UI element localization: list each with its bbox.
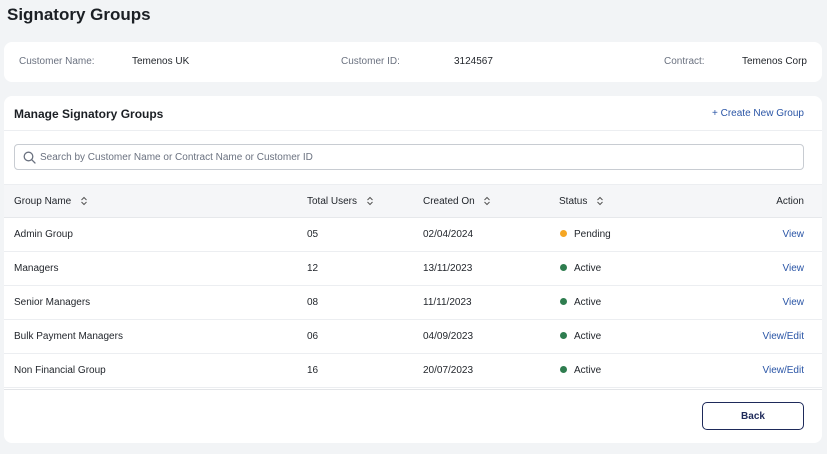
view-link[interactable]: View <box>783 286 805 319</box>
search-input[interactable] <box>40 145 795 169</box>
cell-created-on: 13/11/2023 <box>423 263 473 274</box>
header-group-name-label: Group Name <box>14 196 72 207</box>
sort-icon[interactable] <box>596 196 604 206</box>
cell-total-users: 12 <box>307 263 319 274</box>
status-dot-icon <box>560 331 567 339</box>
table-row: Bulk Payment Managers 06 04/09/2023 Acti… <box>4 320 822 354</box>
cell-status: Active <box>560 252 601 285</box>
view-link[interactable]: View <box>783 218 805 251</box>
cell-status: Active <box>560 354 601 387</box>
status-label: Active <box>574 365 602 376</box>
table-row: Senior Managers 08 11/11/2023 Active Vie… <box>4 286 822 320</box>
section-title: Manage Signatory Groups <box>14 107 164 121</box>
view-edit-link[interactable]: View/Edit <box>762 320 804 353</box>
sort-icon[interactable] <box>366 196 374 206</box>
header-action: Action <box>776 196 804 207</box>
cell-group-name: Senior Managers <box>14 297 91 308</box>
customer-id-value: 3124567 <box>454 56 493 67</box>
status-dot-icon <box>560 365 567 373</box>
customer-name-label: Customer Name: <box>19 56 95 67</box>
cell-status: Active <box>560 286 601 319</box>
back-button[interactable]: Back <box>702 402 804 430</box>
cell-group-name: Managers <box>14 263 59 274</box>
table-row: Managers 12 13/11/2023 Active View <box>4 252 822 286</box>
cell-created-on: 04/09/2023 <box>423 331 474 342</box>
sort-icon[interactable] <box>483 196 491 206</box>
customer-info-card: Customer Name: Temenos UK Customer ID: 3… <box>4 42 822 82</box>
header-created-on[interactable]: Created On <box>423 185 491 218</box>
cell-total-users: 05 <box>307 229 319 240</box>
create-new-group-link[interactable]: + Create New Group <box>712 108 804 119</box>
search-box <box>14 144 804 170</box>
header-total-users[interactable]: Total Users <box>307 185 374 218</box>
contract-value: Temenos Corp <box>741 56 807 67</box>
header-total-users-label: Total Users <box>307 196 358 207</box>
cell-total-users: 06 <box>307 331 319 342</box>
table-row: Non Financial Group 16 20/07/2023 Active… <box>4 354 822 388</box>
header-status-label: Status <box>559 196 588 207</box>
status-label: Pending <box>574 229 611 240</box>
footer-divider <box>4 389 822 390</box>
status-dot-icon <box>560 263 567 271</box>
header-status[interactable]: Status <box>559 185 604 218</box>
cell-total-users: 16 <box>307 365 319 376</box>
table-row: Admin Group 05 02/04/2024 Pending View <box>4 218 822 252</box>
cell-group-name: Admin Group <box>14 229 73 240</box>
header-group-name[interactable]: Group Name <box>14 185 88 218</box>
status-label: Active <box>574 263 602 274</box>
cell-created-on: 02/04/2024 <box>423 229 474 240</box>
manage-groups-card: Manage Signatory Groups + Create New Gro… <box>4 96 822 443</box>
view-edit-link[interactable]: View/Edit <box>762 354 804 387</box>
customer-id-label: Customer ID: <box>341 56 400 67</box>
cell-status: Pending <box>560 218 611 251</box>
status-label: Active <box>574 297 602 308</box>
page-title: Signatory Groups <box>7 5 151 24</box>
cell-group-name: Non Financial Group <box>14 365 106 376</box>
section-header: Manage Signatory Groups + Create New Gro… <box>4 96 822 131</box>
status-dot-icon <box>560 297 567 305</box>
header-created-on-label: Created On <box>423 196 475 207</box>
sort-icon[interactable] <box>80 196 88 206</box>
status-dot-icon <box>560 229 567 237</box>
table-header: Group Name Total Users Created On Status <box>4 184 822 218</box>
contract-label: Contract: <box>664 56 705 67</box>
search-icon <box>23 151 36 164</box>
cell-group-name: Bulk Payment Managers <box>14 331 123 342</box>
cell-total-users: 08 <box>307 297 319 308</box>
customer-name-value: Temenos UK <box>132 56 190 67</box>
cell-created-on: 11/11/2023 <box>423 297 472 308</box>
cell-created-on: 20/07/2023 <box>423 365 474 376</box>
cell-status: Active <box>560 320 601 353</box>
view-link[interactable]: View <box>783 252 805 285</box>
status-label: Active <box>574 331 602 342</box>
